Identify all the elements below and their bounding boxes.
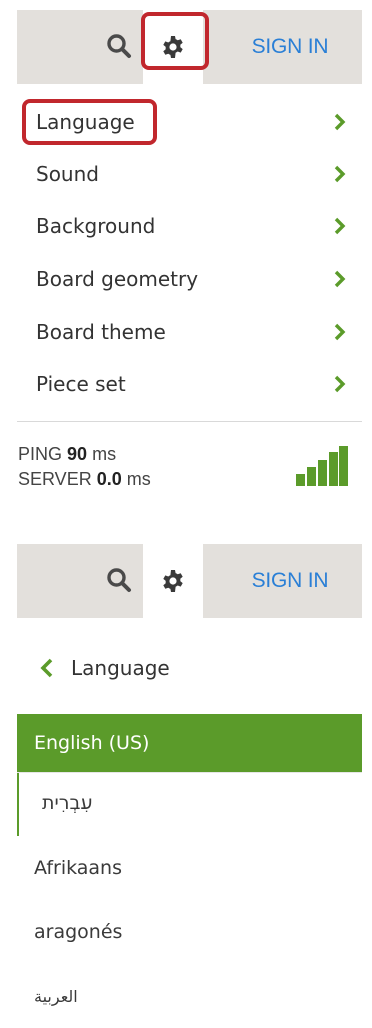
chevron-right-icon [334,323,346,341]
language-list: English (US) עִבְרִית Afrikaans aragonés… [17,714,362,1028]
menu-item-label: Board geometry [36,267,199,291]
menu-item-label: Background [36,214,156,238]
menu-divider [17,421,362,422]
menu-item-piece-set[interactable]: Piece set [17,358,362,410]
chevron-left-icon [40,658,53,678]
menu-item-label: Piece set [36,372,126,396]
signal-strength-icon [296,446,348,486]
ping-value: 90 [67,444,88,464]
top-bar: SIGN IN [17,544,362,618]
server-status: SERVER 0.0 ms [18,469,151,490]
language-highlight [22,99,157,145]
ping-unit: ms [92,444,117,464]
server-label: SERVER [18,469,92,489]
menu-item-label: Board theme [36,320,166,344]
settings-button[interactable] [143,544,203,618]
sign-in-link[interactable]: SIGN IN [235,10,345,84]
chevron-right-icon [334,165,346,183]
settings-highlight [141,12,209,70]
ping-label: PING [18,444,63,464]
search-icon [107,34,131,58]
gear-icon [163,570,183,592]
chevron-right-icon [334,113,346,131]
server-unit: ms [126,469,151,489]
menu-item-background[interactable]: Background [17,200,362,252]
back-label: Language [71,656,170,680]
search-button[interactable] [101,562,137,598]
chevron-right-icon [334,375,346,393]
language-option-selected[interactable]: English (US) [17,714,362,772]
language-label: Afrikaans [34,857,122,879]
language-label: English (US) [34,732,150,754]
menu-item-board-theme[interactable]: Board theme [17,306,362,358]
language-label: العربية [34,986,78,1006]
chevron-right-icon [334,270,346,288]
back-to-settings-button[interactable]: Language [17,645,362,691]
language-option[interactable]: aragonés [17,900,362,964]
language-option[interactable]: Afrikaans [17,836,362,900]
sign-in-link[interactable]: SIGN IN [235,544,345,618]
language-label: עִבְרִית [42,792,93,814]
language-option[interactable]: العربية [17,964,362,1028]
menu-item-sound[interactable]: Sound [17,148,362,200]
server-value: 0.0 [96,469,122,489]
language-option[interactable]: עִבְרִית [17,772,362,836]
search-icon [107,568,131,592]
menu-item-label: Sound [36,162,99,186]
chevron-right-icon [334,217,346,235]
search-button[interactable] [101,28,137,64]
menu-item-board-geometry[interactable]: Board geometry [17,253,362,305]
ping-status: PING 90 ms [18,444,116,465]
language-label: aragonés [34,921,123,943]
